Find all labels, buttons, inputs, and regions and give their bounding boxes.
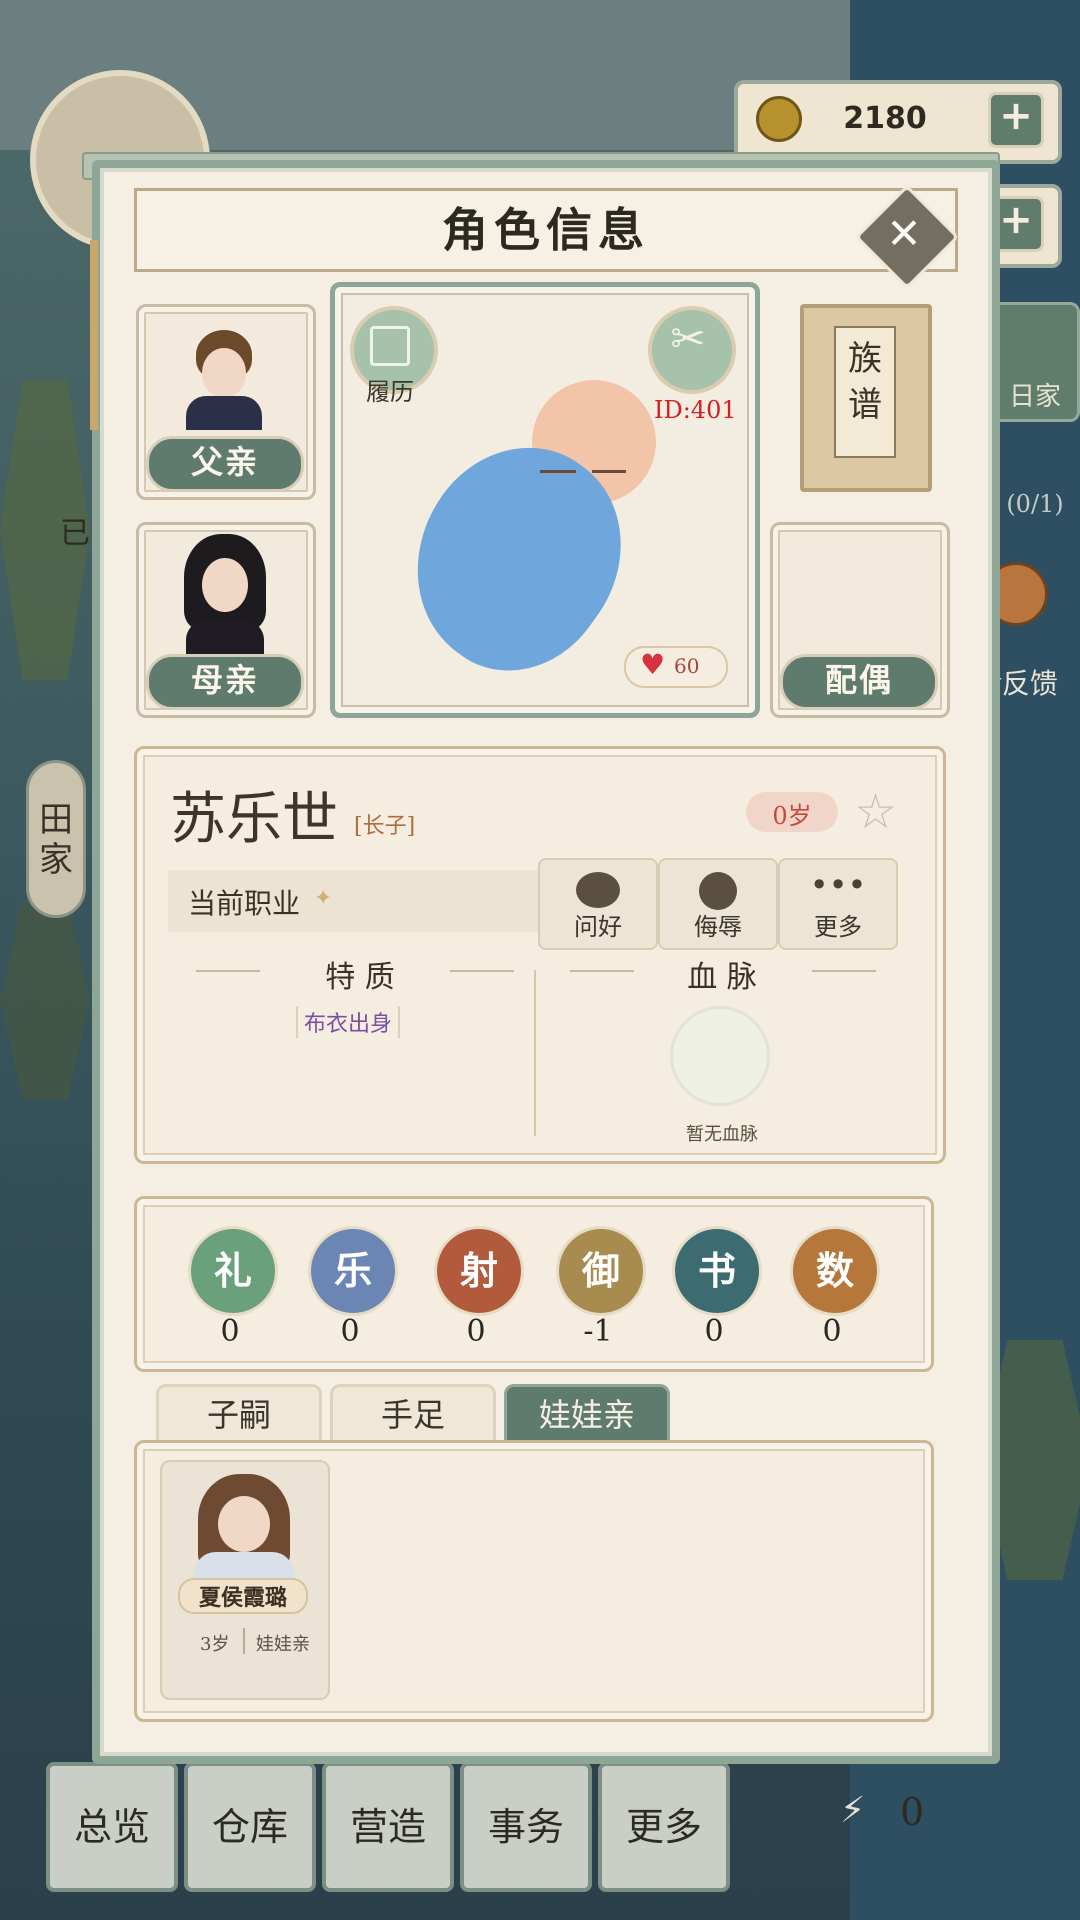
greet-label: 问好 [574, 913, 622, 941]
trait-item[interactable]: 布衣出身 [296, 1006, 401, 1038]
nav-overview[interactable]: 总览 [46, 1762, 178, 1892]
stat-charioteering-icon: 御 [556, 1226, 646, 1316]
occupation-marker-icon: ✦ [314, 886, 333, 911]
no-bloodline-text: 暂无血脉 [686, 1124, 758, 1145]
occupation-label: 当前职业 [188, 887, 301, 920]
nav-more[interactable]: 更多 [598, 1762, 730, 1892]
chat-bubble-icon [576, 872, 620, 908]
genealogy-label: 族谱 [834, 326, 896, 458]
stat-music-value: 0 [340, 1314, 360, 1349]
stat-rites-icon: 礼 [188, 1226, 278, 1316]
nav-warehouse[interactable]: 仓库 [184, 1762, 316, 1892]
coin-icon [756, 96, 802, 142]
favor-value: 60 [674, 654, 700, 678]
panel-title: 角色信息 [442, 203, 650, 257]
favorite-star-icon[interactable]: ☆ [854, 784, 897, 840]
resume-scroll-icon [370, 326, 410, 366]
heart-icon: ♥ [640, 648, 666, 681]
scissors-icon: ✂ [670, 314, 706, 363]
stat-charioteering-value: -1 [583, 1314, 613, 1349]
betrothed-divider [243, 1628, 245, 1654]
tab-betrothed[interactable]: 娃娃亲 [504, 1384, 670, 1443]
coin-amount: 2180 [843, 101, 927, 136]
clan-tab-label: 田家 [39, 800, 73, 880]
betrothed-portrait [184, 1470, 304, 1590]
panel-tassel [90, 240, 98, 430]
close-icon[interactable]: ✕ [870, 200, 938, 268]
side-label-top: 已 [60, 516, 90, 551]
bloodline-ornament-left [570, 970, 634, 972]
mother-portrait [180, 534, 270, 654]
resume-label: 履历 [366, 378, 414, 406]
betrothed-age: 3岁 [200, 1634, 230, 1655]
character-rank: [长子] [354, 814, 416, 839]
stat-rites-value: 0 [220, 1314, 240, 1349]
ellipsis-icon: ••• [809, 866, 867, 904]
stat-music-icon: 乐 [308, 1226, 398, 1316]
stat-calligraphy-value: 0 [704, 1314, 724, 1349]
insult-label: 侮辱 [694, 913, 742, 941]
traits-ornament-left [196, 970, 260, 972]
father-portrait [186, 330, 262, 430]
greet-button[interactable]: 问好 [538, 858, 658, 950]
age-text: 0岁 [772, 802, 812, 830]
mother-label: 母亲 [146, 654, 304, 710]
more-actions-label: 更多 [814, 913, 862, 941]
traits-ornament-right [450, 970, 514, 972]
bloodline-header: 血 脉 [687, 960, 757, 995]
map-location-label: 日家 [1008, 382, 1061, 412]
angry-face-icon [699, 872, 737, 910]
quest-count: (0/1) [1006, 490, 1064, 518]
baby-illustration [372, 374, 670, 707]
father-label: 父亲 [146, 436, 304, 492]
stat-mathematics-value: 0 [822, 1314, 842, 1349]
stat-archery-value: 0 [466, 1314, 486, 1349]
betrothed-relation: 娃娃亲 [256, 1634, 310, 1655]
betrothed-name: 夏侯霞璐 [198, 1585, 287, 1611]
stat-mathematics-icon: 数 [790, 1226, 880, 1316]
bloodline-ornament-right [812, 970, 876, 972]
phoenix-emblem-icon [670, 1006, 770, 1106]
traits-header: 特 质 [325, 960, 395, 995]
energy-value: 0 [900, 1790, 925, 1834]
add-coins-button[interactable]: + [988, 92, 1044, 148]
energy-icon: ⚡ [840, 1790, 866, 1831]
tab-children[interactable]: 子嗣 [156, 1384, 322, 1443]
stat-calligraphy-icon: 书 [672, 1226, 762, 1316]
details-divider [534, 970, 536, 1136]
tab-siblings[interactable]: 手足 [330, 1384, 496, 1443]
nav-affairs[interactable]: 事务 [460, 1762, 592, 1892]
nav-build[interactable]: 营造 [322, 1762, 454, 1892]
spouse-label: 配偶 [780, 654, 938, 710]
character-name: 苏乐世 [170, 787, 338, 852]
panel-header: 角色信息 [134, 188, 958, 272]
insult-button[interactable]: 侮辱 [658, 858, 778, 950]
more-actions-button[interactable]: ••• 更多 [778, 858, 898, 950]
stat-archery-icon: 射 [434, 1226, 524, 1316]
